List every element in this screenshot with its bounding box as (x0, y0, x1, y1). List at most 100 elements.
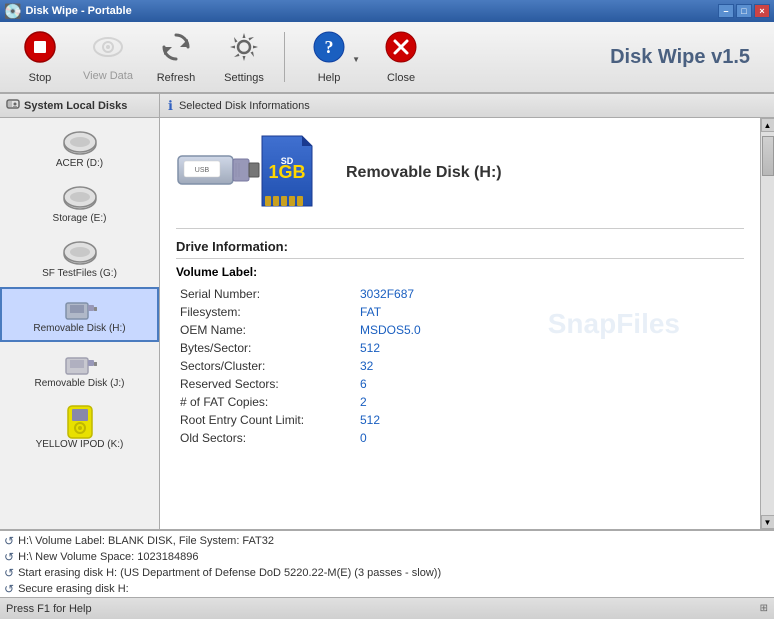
scroll-thumb[interactable] (762, 136, 774, 176)
help-icon: ? (313, 31, 345, 68)
disk-item-removable-h[interactable]: Removable Disk (H:) (0, 287, 159, 342)
disk-visual: USB (176, 134, 744, 212)
disk-list: ACER (D:) Storage (E:) SF TestFiles (G:) (0, 118, 159, 529)
svg-text:1GB: 1GB (268, 162, 305, 182)
field-value: 512 (356, 411, 744, 429)
sd-card-image: SD 1GB (257, 134, 322, 209)
settings-button[interactable]: Settings (212, 26, 276, 88)
info-icon: ℹ (168, 98, 173, 114)
log-area: ↺ H:\ Volume Label: BLANK DISK, File Sys… (0, 529, 774, 597)
table-row: OEM Name: MSDOS5.0 (176, 321, 744, 339)
help-label: Help (318, 72, 341, 84)
content-header-label: Selected Disk Informations (179, 100, 310, 112)
field-value: 32 (356, 357, 744, 375)
disk-item-acer-d[interactable]: ACER (D:) (0, 122, 159, 177)
field-label: Serial Number: (176, 285, 356, 303)
yellow-ipod-k-label: YELLOW IPOD (K:) (36, 439, 124, 450)
stop-icon (24, 31, 56, 68)
table-row: Filesystem: FAT (176, 303, 744, 321)
svg-text:?: ? (325, 37, 334, 57)
minimize-button[interactable]: – (718, 4, 734, 18)
removable-h-icon (62, 295, 98, 323)
log-text-1: H:\ Volume Label: BLANK DISK, File Syste… (18, 535, 274, 547)
usb-drive-visual: USB (176, 141, 251, 206)
acer-d-label: ACER (D:) (56, 158, 103, 169)
yellow-ipod-k-icon (65, 405, 95, 439)
settings-icon (228, 31, 260, 68)
help-button[interactable]: ? Help ▼ (293, 26, 365, 88)
close-window-button[interactable]: × (754, 4, 770, 18)
sidebar: System Local Disks ACER (D:) Storage (0, 94, 160, 529)
field-label: OEM Name: (176, 321, 356, 339)
disk-name-area: Removable Disk (H:) (346, 164, 502, 182)
close-app-icon (385, 31, 417, 68)
help-dropdown-arrow: ▼ (352, 55, 360, 64)
content-header: ℹ Selected Disk Informations (160, 94, 774, 118)
info-table: Serial Number: 3032F687 Filesystem: FAT … (176, 285, 744, 447)
close-app-button[interactable]: Close (369, 26, 433, 88)
log-line-1: ↺ H:\ Volume Label: BLANK DISK, File Sys… (4, 533, 770, 549)
content-body: USB (160, 118, 774, 529)
settings-label: Settings (224, 72, 264, 84)
removable-j-icon (62, 350, 98, 378)
field-label: Root Entry Count Limit: (176, 411, 356, 429)
refresh-button[interactable]: Refresh (144, 26, 208, 88)
maximize-button[interactable]: □ (736, 4, 752, 18)
status-bar: Press F1 for Help ⊞ (0, 597, 774, 619)
hard-drive-icon (6, 97, 20, 114)
main-area: System Local Disks ACER (D:) Storage (0, 94, 774, 529)
toolbar: Stop View Data Refresh (0, 22, 774, 94)
toolbar-separator (284, 32, 285, 82)
sidebar-header: System Local Disks (0, 94, 159, 118)
field-label: Reserved Sectors: (176, 375, 356, 393)
scroll-up-button[interactable]: ▲ (761, 118, 774, 132)
view-data-label: View Data (83, 70, 133, 82)
stop-label: Stop (29, 72, 52, 84)
sidebar-header-label: System Local Disks (24, 100, 127, 112)
log-icon-3: ↺ (4, 566, 14, 580)
sd-card-visual: SD 1GB (257, 134, 322, 212)
disk-info-panel: USB (160, 118, 760, 529)
title-bar: 💽 Disk Wipe - Portable – □ × (0, 0, 774, 22)
log-text-3: Start erasing disk H: (US Department of … (18, 567, 441, 579)
close-app-label: Close (387, 72, 415, 84)
divider (176, 228, 744, 229)
table-row: Bytes/Sector: 512 (176, 339, 744, 357)
log-icon-4: ↺ (4, 582, 14, 596)
view-data-button[interactable]: View Data (76, 26, 140, 88)
view-data-icon (92, 33, 124, 66)
field-value: MSDOS5.0 (356, 321, 744, 339)
storage-e-icon (62, 185, 98, 213)
drive-info-section-title: Drive Information: (176, 239, 744, 259)
scrollbar[interactable]: ▲ ▼ (760, 118, 774, 529)
field-value: 6 (356, 375, 744, 393)
status-text: Press F1 for Help (6, 603, 760, 615)
sf-testfiles-g-label: SF TestFiles (G:) (42, 268, 117, 279)
table-row: # of FAT Copies: 2 (176, 393, 744, 411)
app-icon: 💽 (4, 3, 21, 20)
window-controls[interactable]: – □ × (718, 4, 770, 18)
disk-item-removable-j[interactable]: Removable Disk (J:) (0, 342, 159, 397)
log-text-2: H:\ New Volume Space: 1023184896 (18, 551, 198, 563)
content-panel: ℹ Selected Disk Informations (160, 94, 774, 529)
stop-button[interactable]: Stop (8, 26, 72, 88)
disk-item-storage-e[interactable]: Storage (E:) (0, 177, 159, 232)
log-line-2: ↺ H:\ New Volume Space: 1023184896 (4, 549, 770, 565)
storage-e-label: Storage (E:) (53, 213, 107, 224)
log-text-4: Secure erasing disk H: (18, 583, 129, 595)
acer-d-icon (62, 130, 98, 158)
field-value: 3032F687 (356, 285, 744, 303)
table-row: Sectors/Cluster: 32 (176, 357, 744, 375)
field-label: Old Sectors: (176, 429, 356, 447)
table-row: Root Entry Count Limit: 512 (176, 411, 744, 429)
scroll-down-button[interactable]: ▼ (761, 515, 774, 529)
disk-item-sf-testfiles-g[interactable]: SF TestFiles (G:) (0, 232, 159, 287)
field-value: 0 (356, 429, 744, 447)
usb-image: USB (176, 141, 261, 201)
field-label: # of FAT Copies: (176, 393, 356, 411)
disk-item-yellow-ipod-k[interactable]: YELLOW IPOD (K:) (0, 397, 159, 458)
log-line-4: ↺ Secure erasing disk H: (4, 581, 770, 597)
disk-display-name: Removable Disk (H:) (346, 164, 502, 182)
app-title: Disk Wipe v1.5 (610, 46, 766, 69)
log-icon-1: ↺ (4, 534, 14, 548)
